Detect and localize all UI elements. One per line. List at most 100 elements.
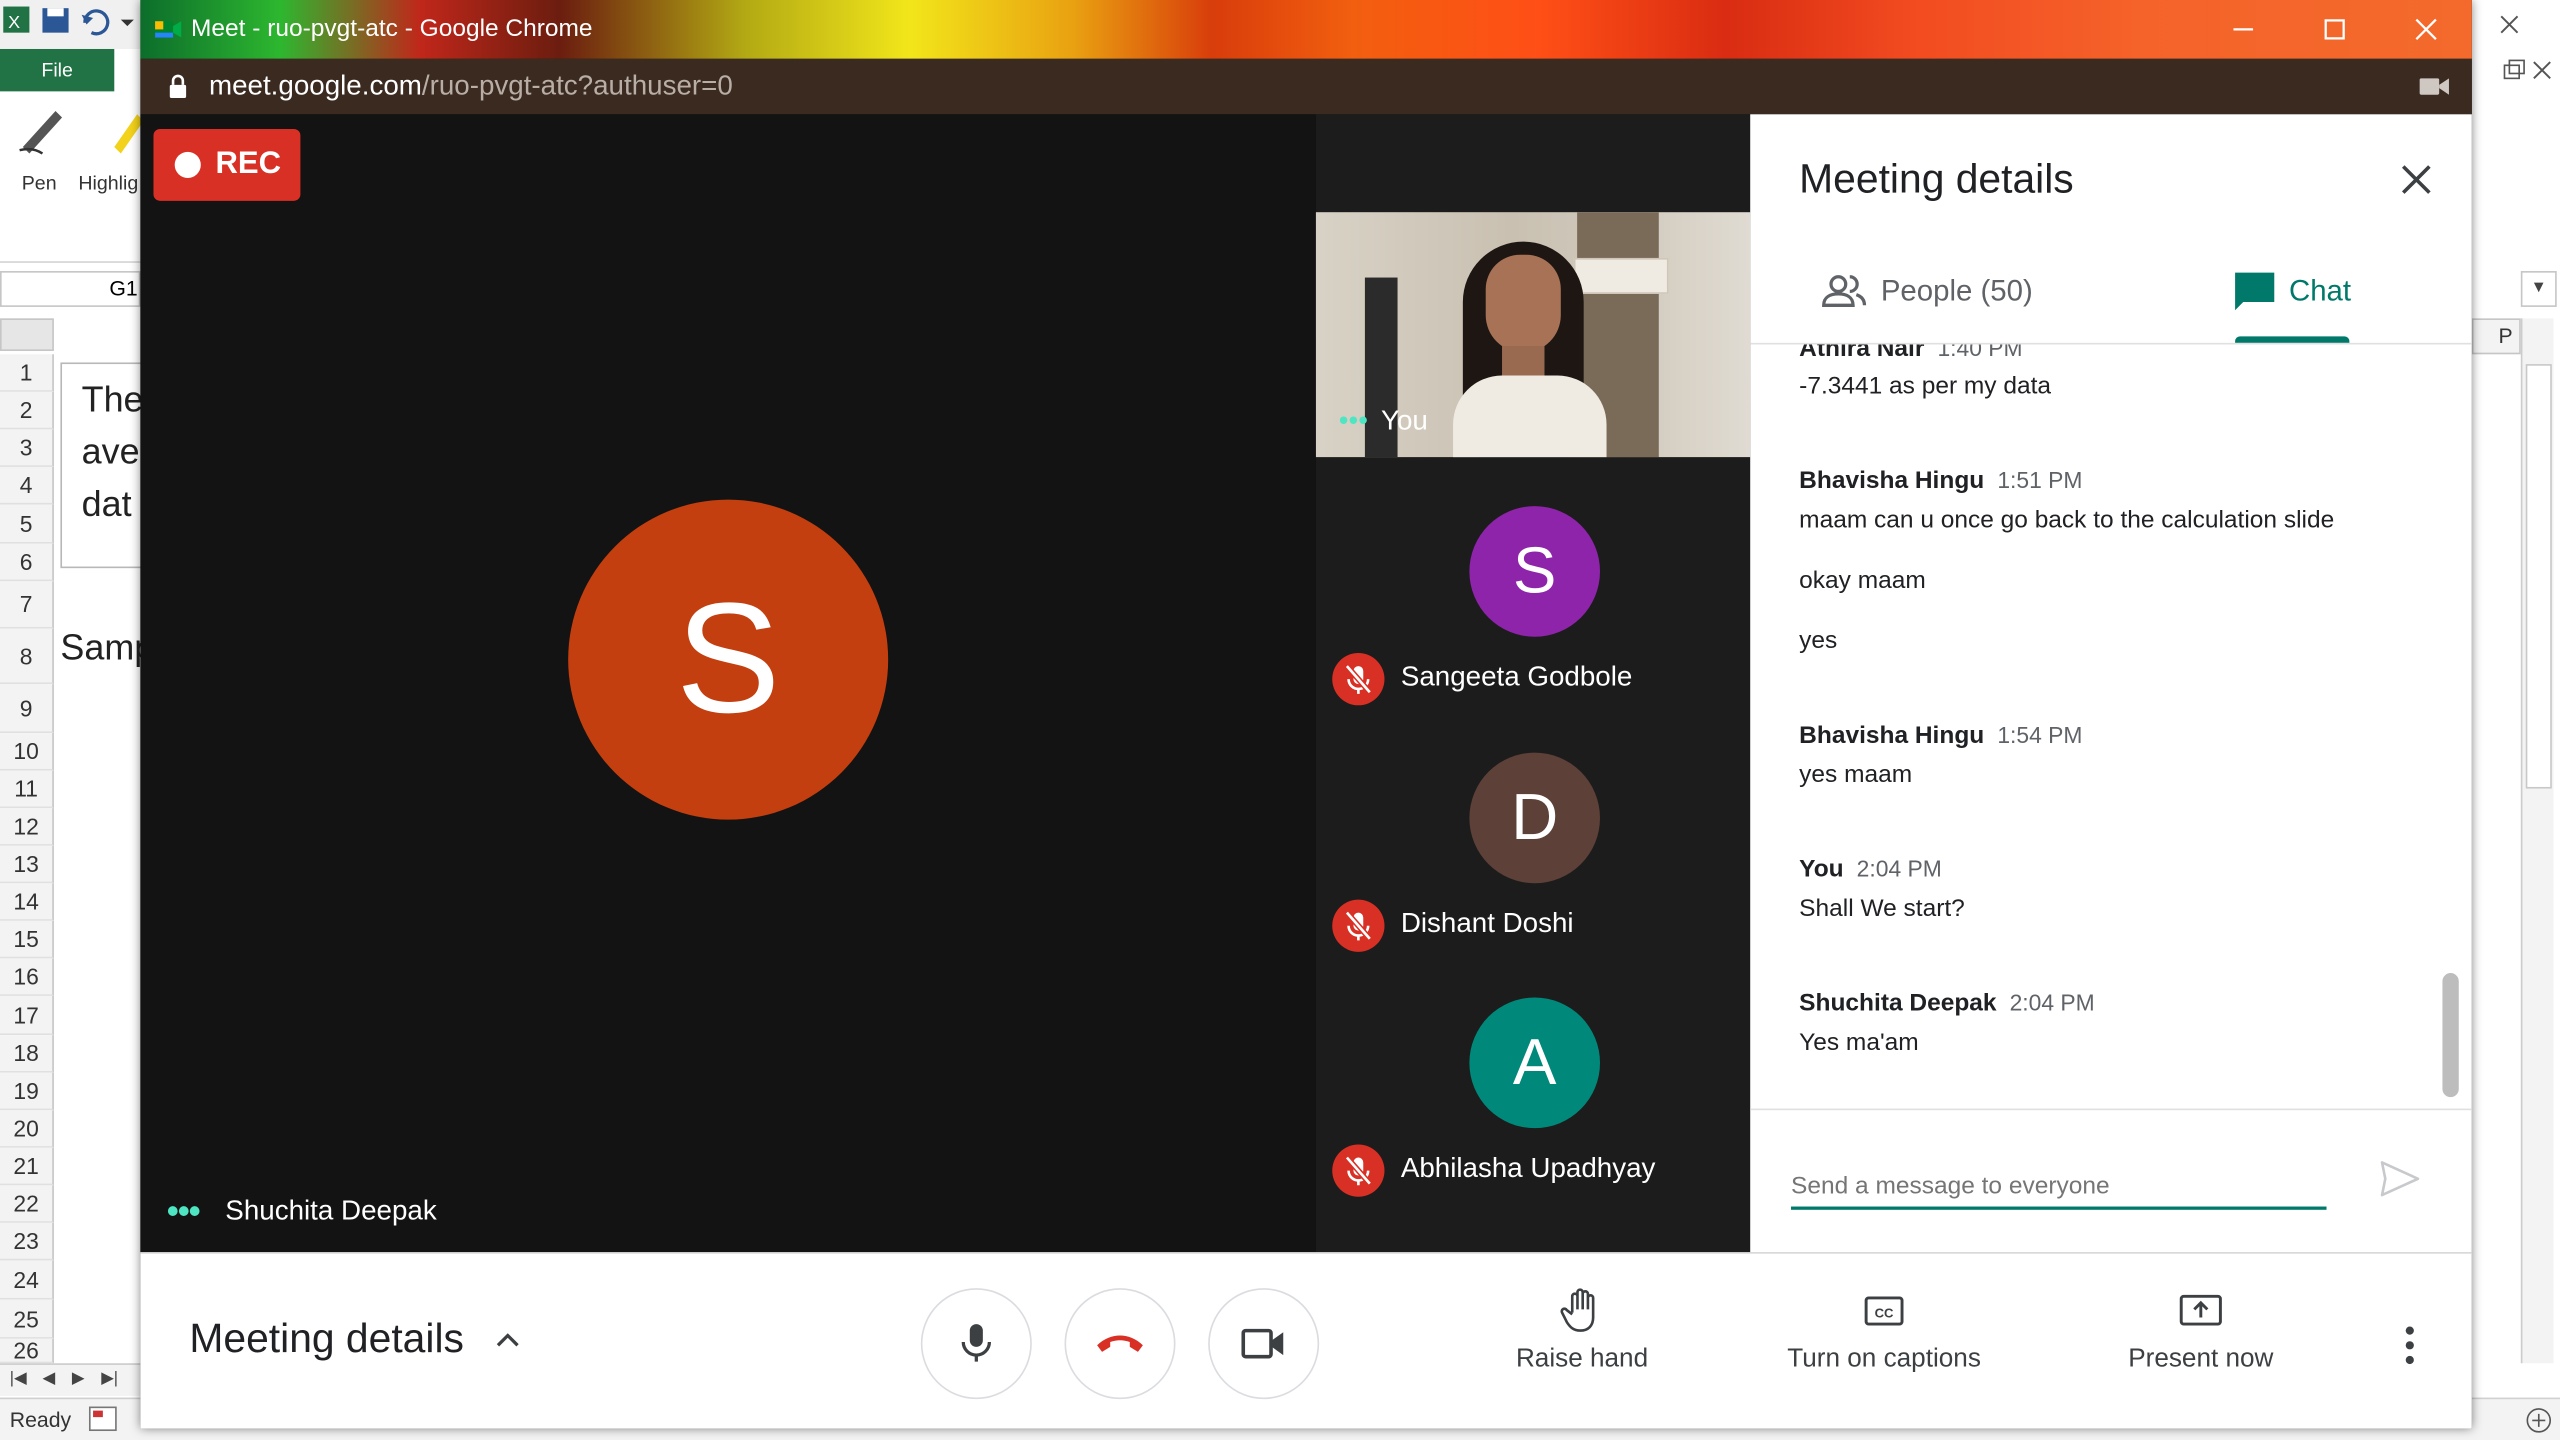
excel-row-header[interactable]: 19	[0, 1072, 54, 1111]
excel-row-header[interactable]: 13	[0, 845, 54, 884]
participant-tile[interactable]: S Sangeeta Godbole	[1316, 473, 1750, 718]
excel-row-header[interactable]: 23	[0, 1222, 54, 1261]
microphone-icon	[961, 1324, 992, 1362]
excel-close-icon[interactable]	[2498, 13, 2521, 36]
leave-call-button[interactable]	[1064, 1288, 1176, 1400]
svg-text:CC: CC	[1875, 1306, 1894, 1321]
excel-column-header[interactable]: P	[2471, 318, 2521, 355]
excel-row-header[interactable]: 11	[0, 770, 54, 809]
excel-select-all[interactable]	[0, 318, 54, 352]
chat-messages[interactable]: Athira Nair 1:40 PM -7.3441 as per my dat…	[1750, 344, 2472, 1108]
excel-row-header[interactable]: 1	[0, 354, 54, 392]
address-bar[interactable]: meet.google.com/ruo-pvgt-atc?authuser=0	[140, 58, 2472, 115]
chrome-window: Meet - ruo-pvgt-atc - Google Chrome meet…	[140, 0, 2472, 1429]
highlighter-tool[interactable]: Highlig	[78, 98, 144, 194]
excel-row-header[interactable]: 15	[0, 920, 54, 959]
last-sheet-icon[interactable]: ▶|	[101, 1370, 118, 1388]
chat-message-text: okay maam	[1799, 566, 1926, 595]
excel-row-header[interactable]: 2	[0, 391, 54, 430]
sender-name: Shuchita Deepak	[1799, 989, 1997, 1018]
excel-row-header[interactable]: 9	[0, 684, 54, 734]
formula-expand-icon[interactable]: ▼	[2520, 271, 2557, 307]
url-host: meet.google.com	[208, 70, 422, 102]
excel-name-box[interactable]: G1	[0, 271, 141, 307]
excel-row-header[interactable]: 14	[0, 883, 54, 921]
chat-scrollbar[interactable]	[2442, 973, 2459, 1098]
minimize-button[interactable]	[2198, 0, 2289, 59]
captions-button[interactable]: CC Turn on captions	[1780, 1287, 1989, 1375]
excel-text-box[interactable]: The ave dat	[60, 362, 146, 569]
closed-captions-icon: CC	[1864, 1296, 1904, 1326]
macro-record-icon[interactable]	[88, 1406, 117, 1432]
sender-name: Bhavisha Hingu	[1799, 721, 1985, 750]
excel-row-header[interactable]: 10	[0, 733, 54, 771]
camera-button[interactable]	[1208, 1288, 1320, 1400]
maximize-button[interactable]	[2289, 0, 2380, 59]
chrome-title-bar[interactable]: Meet - ruo-pvgt-atc - Google Chrome	[140, 0, 2472, 59]
microphone-button[interactable]	[920, 1288, 1032, 1400]
excel-sheet-nav[interactable]: |◀ ◀ ▶ ▶|	[0, 1363, 141, 1396]
excel-row-header[interactable]: 5	[0, 504, 54, 544]
excel-window-controls-icon[interactable]	[2472, 59, 2560, 82]
excel-row-header[interactable]: 24	[0, 1260, 54, 1300]
prev-sheet-icon[interactable]: ◀	[42, 1370, 55, 1388]
camera-icon	[1241, 1328, 1284, 1359]
self-video-tile[interactable]: ••• You	[1315, 212, 1751, 458]
excel-row-header[interactable]: 6	[0, 543, 54, 582]
excel-row-header[interactable]: 26	[0, 1338, 54, 1364]
excel-row-header[interactable]: 8	[0, 628, 54, 685]
more-options-icon[interactable]	[2403, 1322, 2416, 1368]
send-icon[interactable]	[2379, 1159, 2421, 1198]
chat-message-input[interactable]	[1791, 1164, 2327, 1210]
excel-row-header[interactable]: 17	[0, 995, 54, 1036]
lock-icon[interactable]	[168, 73, 188, 99]
excel-file-tab[interactable]: File	[0, 48, 115, 92]
mic-off-icon	[1344, 664, 1372, 695]
excel-row-header[interactable]: 22	[0, 1185, 54, 1223]
message-time: 1:51 PM	[1997, 466, 2083, 494]
participant-avatar: D	[1469, 752, 1600, 884]
zoom-in-icon[interactable]	[2524, 1406, 2553, 1435]
pen-tool[interactable]: Pen	[10, 98, 69, 194]
chat-sender: Shuchita Deepak 2:04 PM	[1799, 989, 2095, 1017]
recording-indicator[interactable]: REC	[153, 128, 301, 201]
excel-row-header[interactable]: 7	[0, 581, 54, 629]
raise-hand-button[interactable]: Raise hand	[1515, 1287, 1649, 1375]
present-screen-icon	[2179, 1294, 2222, 1326]
camera-in-use-icon[interactable]	[2419, 75, 2449, 98]
meeting-details-toggle[interactable]: Meeting details	[189, 1316, 464, 1363]
chat-message-text: Yes ma'am	[1799, 1028, 1919, 1057]
excel-row-header[interactable]: 21	[0, 1147, 54, 1186]
chevron-up-icon[interactable]	[493, 1326, 522, 1355]
excel-status-text: Ready	[9, 1407, 72, 1432]
excel-row-header[interactable]: 25	[0, 1299, 54, 1339]
present-now-button[interactable]: Present now	[2122, 1287, 2279, 1375]
excel-qat-icons[interactable]: X	[0, 0, 147, 49]
participant-tile[interactable]: A Abhilasha Upadhyay	[1316, 965, 1750, 1210]
people-icon	[1822, 275, 1867, 307]
participant-avatar: A	[1469, 997, 1600, 1129]
chat-message-text: Shall We start?	[1799, 894, 1965, 923]
sender-name: Bhavisha Hingu	[1799, 466, 1985, 495]
self-name: You	[1380, 404, 1428, 436]
next-sheet-icon[interactable]: ▶	[72, 1370, 85, 1388]
excel-row-header[interactable]: 12	[0, 808, 54, 846]
meet-favicon-icon	[155, 21, 182, 38]
sender-name: Athira Nair	[1799, 344, 1925, 363]
url-text[interactable]: meet.google.com/ruo-pvgt-atc?authuser=0	[209, 70, 733, 103]
screen: X File Pen Highlig G1 1 2 3 4 5 6 7 8 9 10 11 12 13 1…	[0, 0, 2560, 1440]
excel-scroll-thumb[interactable]	[2525, 364, 2552, 789]
participant-tile[interactable]: D Dishant Doshi	[1316, 720, 1750, 965]
first-sheet-icon[interactable]: |◀	[10, 1370, 27, 1388]
excel-row-header[interactable]: 3	[0, 429, 54, 467]
close-panel-icon[interactable]	[2397, 160, 2436, 199]
main-video-stage[interactable]: REC S ••• Shuchita Deepak	[140, 114, 1316, 1253]
participant-name: Abhilasha Upadhyay	[1400, 1152, 1656, 1184]
excel-row-header[interactable]: 4	[0, 466, 54, 505]
excel-row-header[interactable]: 16	[0, 958, 54, 996]
excel-row-header[interactable]: 18	[0, 1035, 54, 1073]
close-window-button[interactable]	[2380, 0, 2471, 59]
excel-vertical-scrollbar[interactable]	[2520, 318, 2554, 1364]
panel-title: Meeting details	[1799, 156, 2074, 203]
excel-row-header[interactable]: 20	[0, 1110, 54, 1148]
